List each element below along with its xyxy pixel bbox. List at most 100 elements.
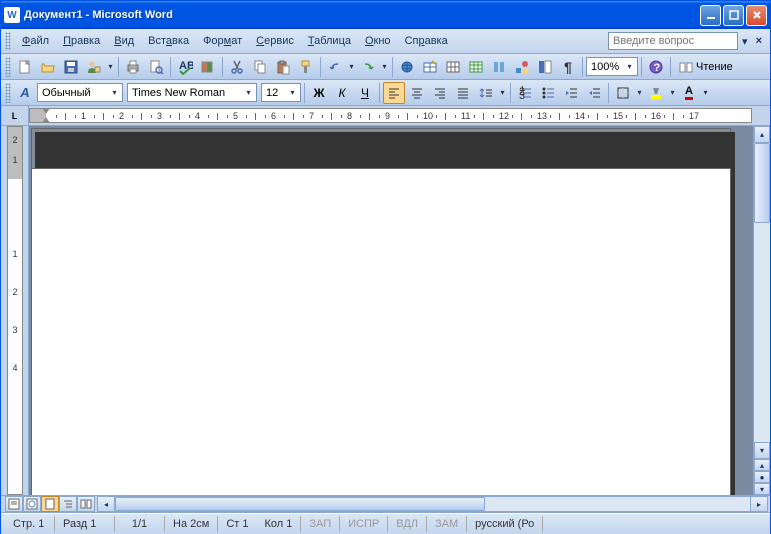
tab-selector[interactable]: L [1,106,29,125]
print-button[interactable] [122,56,144,78]
font-color-button[interactable]: A [678,82,700,104]
underline-button[interactable]: Ч [354,82,376,104]
drawing-button[interactable] [511,56,533,78]
status-trk[interactable]: ИСПР [340,516,388,532]
status-ovr[interactable]: ЗАМ [427,516,467,532]
horizontal-scrollbar[interactable]: ◂ ▸ [97,496,768,512]
save-button[interactable] [60,56,82,78]
status-line[interactable]: Ст 1 [218,516,256,532]
zoom-dropdown-arrow[interactable]: ▾ [623,62,635,71]
highlight-dropdown[interactable]: ▾ [668,88,677,97]
scroll-left-button[interactable]: ◂ [98,497,115,511]
zoom-combo[interactable]: 100% ▾ [586,57,638,76]
toolbar-grip[interactable] [5,57,11,77]
maximize-button[interactable] [723,5,744,26]
style-combo[interactable]: Обычный ▾ [37,83,123,102]
vertical-ruler[interactable]: 211234 [7,126,23,495]
print-layout-view-button[interactable] [41,496,59,512]
reading-view-button[interactable] [77,496,95,512]
vertical-scrollbar[interactable]: ▴ ▾ ▴ ● ▾ [753,126,770,495]
borders-button[interactable] [612,82,634,104]
status-at[interactable]: На 2см [165,516,218,532]
styles-pane-button[interactable]: А [14,82,36,104]
spelling-button[interactable]: ABC [174,56,196,78]
scroll-right-button[interactable]: ▸ [750,497,767,511]
minimize-button[interactable] [700,5,721,26]
borders-dropdown[interactable]: ▾ [635,88,644,97]
menu-window[interactable]: Окно [358,32,398,50]
redo-button[interactable] [357,56,379,78]
insert-table-button[interactable] [442,56,464,78]
status-section[interactable]: Разд 1 [55,516,115,532]
toolbar-grip-2[interactable] [5,83,11,103]
status-pages[interactable]: 1/1 [115,516,165,532]
scroll-track-v[interactable] [754,143,770,442]
menu-file[interactable]: Файл [15,32,56,50]
scroll-track-h[interactable] [485,497,750,511]
copy-button[interactable] [249,56,271,78]
hyperlink-button[interactable] [396,56,418,78]
status-ext[interactable]: ВДЛ [388,516,427,532]
line-spacing-dropdown[interactable]: ▾ [498,88,507,97]
italic-button[interactable]: К [331,82,353,104]
permissions-button[interactable] [83,56,105,78]
scroll-up-button[interactable]: ▴ [754,126,770,143]
undo-button[interactable] [324,56,346,78]
cut-button[interactable] [226,56,248,78]
undo-dropdown[interactable]: ▾ [347,62,356,71]
highlight-button[interactable] [645,82,667,104]
page-viewport[interactable] [29,126,753,495]
web-layout-view-button[interactable] [23,496,41,512]
menu-insert[interactable]: Вставка [141,32,196,50]
menubar-close-icon[interactable]: × [752,35,766,47]
redo-dropdown[interactable]: ▾ [380,62,389,71]
horizontal-ruler[interactable]: 1234567891011121314151617 [29,108,752,123]
align-center-button[interactable] [406,82,428,104]
menu-format[interactable]: Формат [196,32,249,50]
status-lang[interactable]: русский (Ро [467,516,543,532]
tables-borders-button[interactable] [419,56,441,78]
columns-button[interactable] [488,56,510,78]
font-color-dropdown[interactable]: ▾ [701,88,710,97]
increase-indent-button[interactable] [583,82,605,104]
research-button[interactable] [197,56,219,78]
bullets-button[interactable] [537,82,559,104]
open-button[interactable] [37,56,59,78]
document-page[interactable] [31,168,731,495]
browse-next-button[interactable]: ▾ [754,483,770,495]
scroll-down-button[interactable]: ▾ [754,442,770,459]
decrease-indent-button[interactable] [560,82,582,104]
scroll-thumb-v[interactable] [754,143,770,223]
document-map-button[interactable] [534,56,556,78]
print-preview-button[interactable] [145,56,167,78]
format-painter-button[interactable] [295,56,317,78]
bold-button[interactable]: Ж [308,82,330,104]
font-dropdown-arrow[interactable]: ▾ [242,88,254,97]
browse-prev-button[interactable]: ▴ [754,459,770,471]
show-marks-button[interactable]: ¶ [557,56,579,78]
menu-view[interactable]: Вид [107,32,141,50]
help-button[interactable]: ? [645,56,667,78]
normal-view-button[interactable] [5,496,23,512]
help-search-input[interactable] [608,32,738,50]
font-size-dropdown-arrow[interactable]: ▾ [286,88,298,97]
outline-view-button[interactable] [59,496,77,512]
font-combo[interactable]: Times New Roman ▾ [127,83,257,102]
menu-edit[interactable]: Правка [56,32,107,50]
reading-layout-button[interactable]: Чтение [674,56,738,78]
align-left-button[interactable] [383,82,405,104]
new-document-button[interactable] [14,56,36,78]
menu-help[interactable]: Справка [398,32,455,50]
align-right-button[interactable] [429,82,451,104]
help-dropdown-arrow[interactable]: ▾ [738,35,752,48]
select-browse-object-button[interactable]: ● [754,471,770,483]
menu-table[interactable]: Таблица [301,32,358,50]
status-rec[interactable]: ЗАП [301,516,340,532]
menubar-grip[interactable] [5,32,11,50]
line-spacing-button[interactable] [475,82,497,104]
paste-button[interactable] [272,56,294,78]
numbering-button[interactable]: 123 [514,82,536,104]
close-button[interactable] [746,5,767,26]
style-dropdown-arrow[interactable]: ▾ [108,88,120,97]
font-size-combo[interactable]: 12 ▾ [261,83,301,102]
